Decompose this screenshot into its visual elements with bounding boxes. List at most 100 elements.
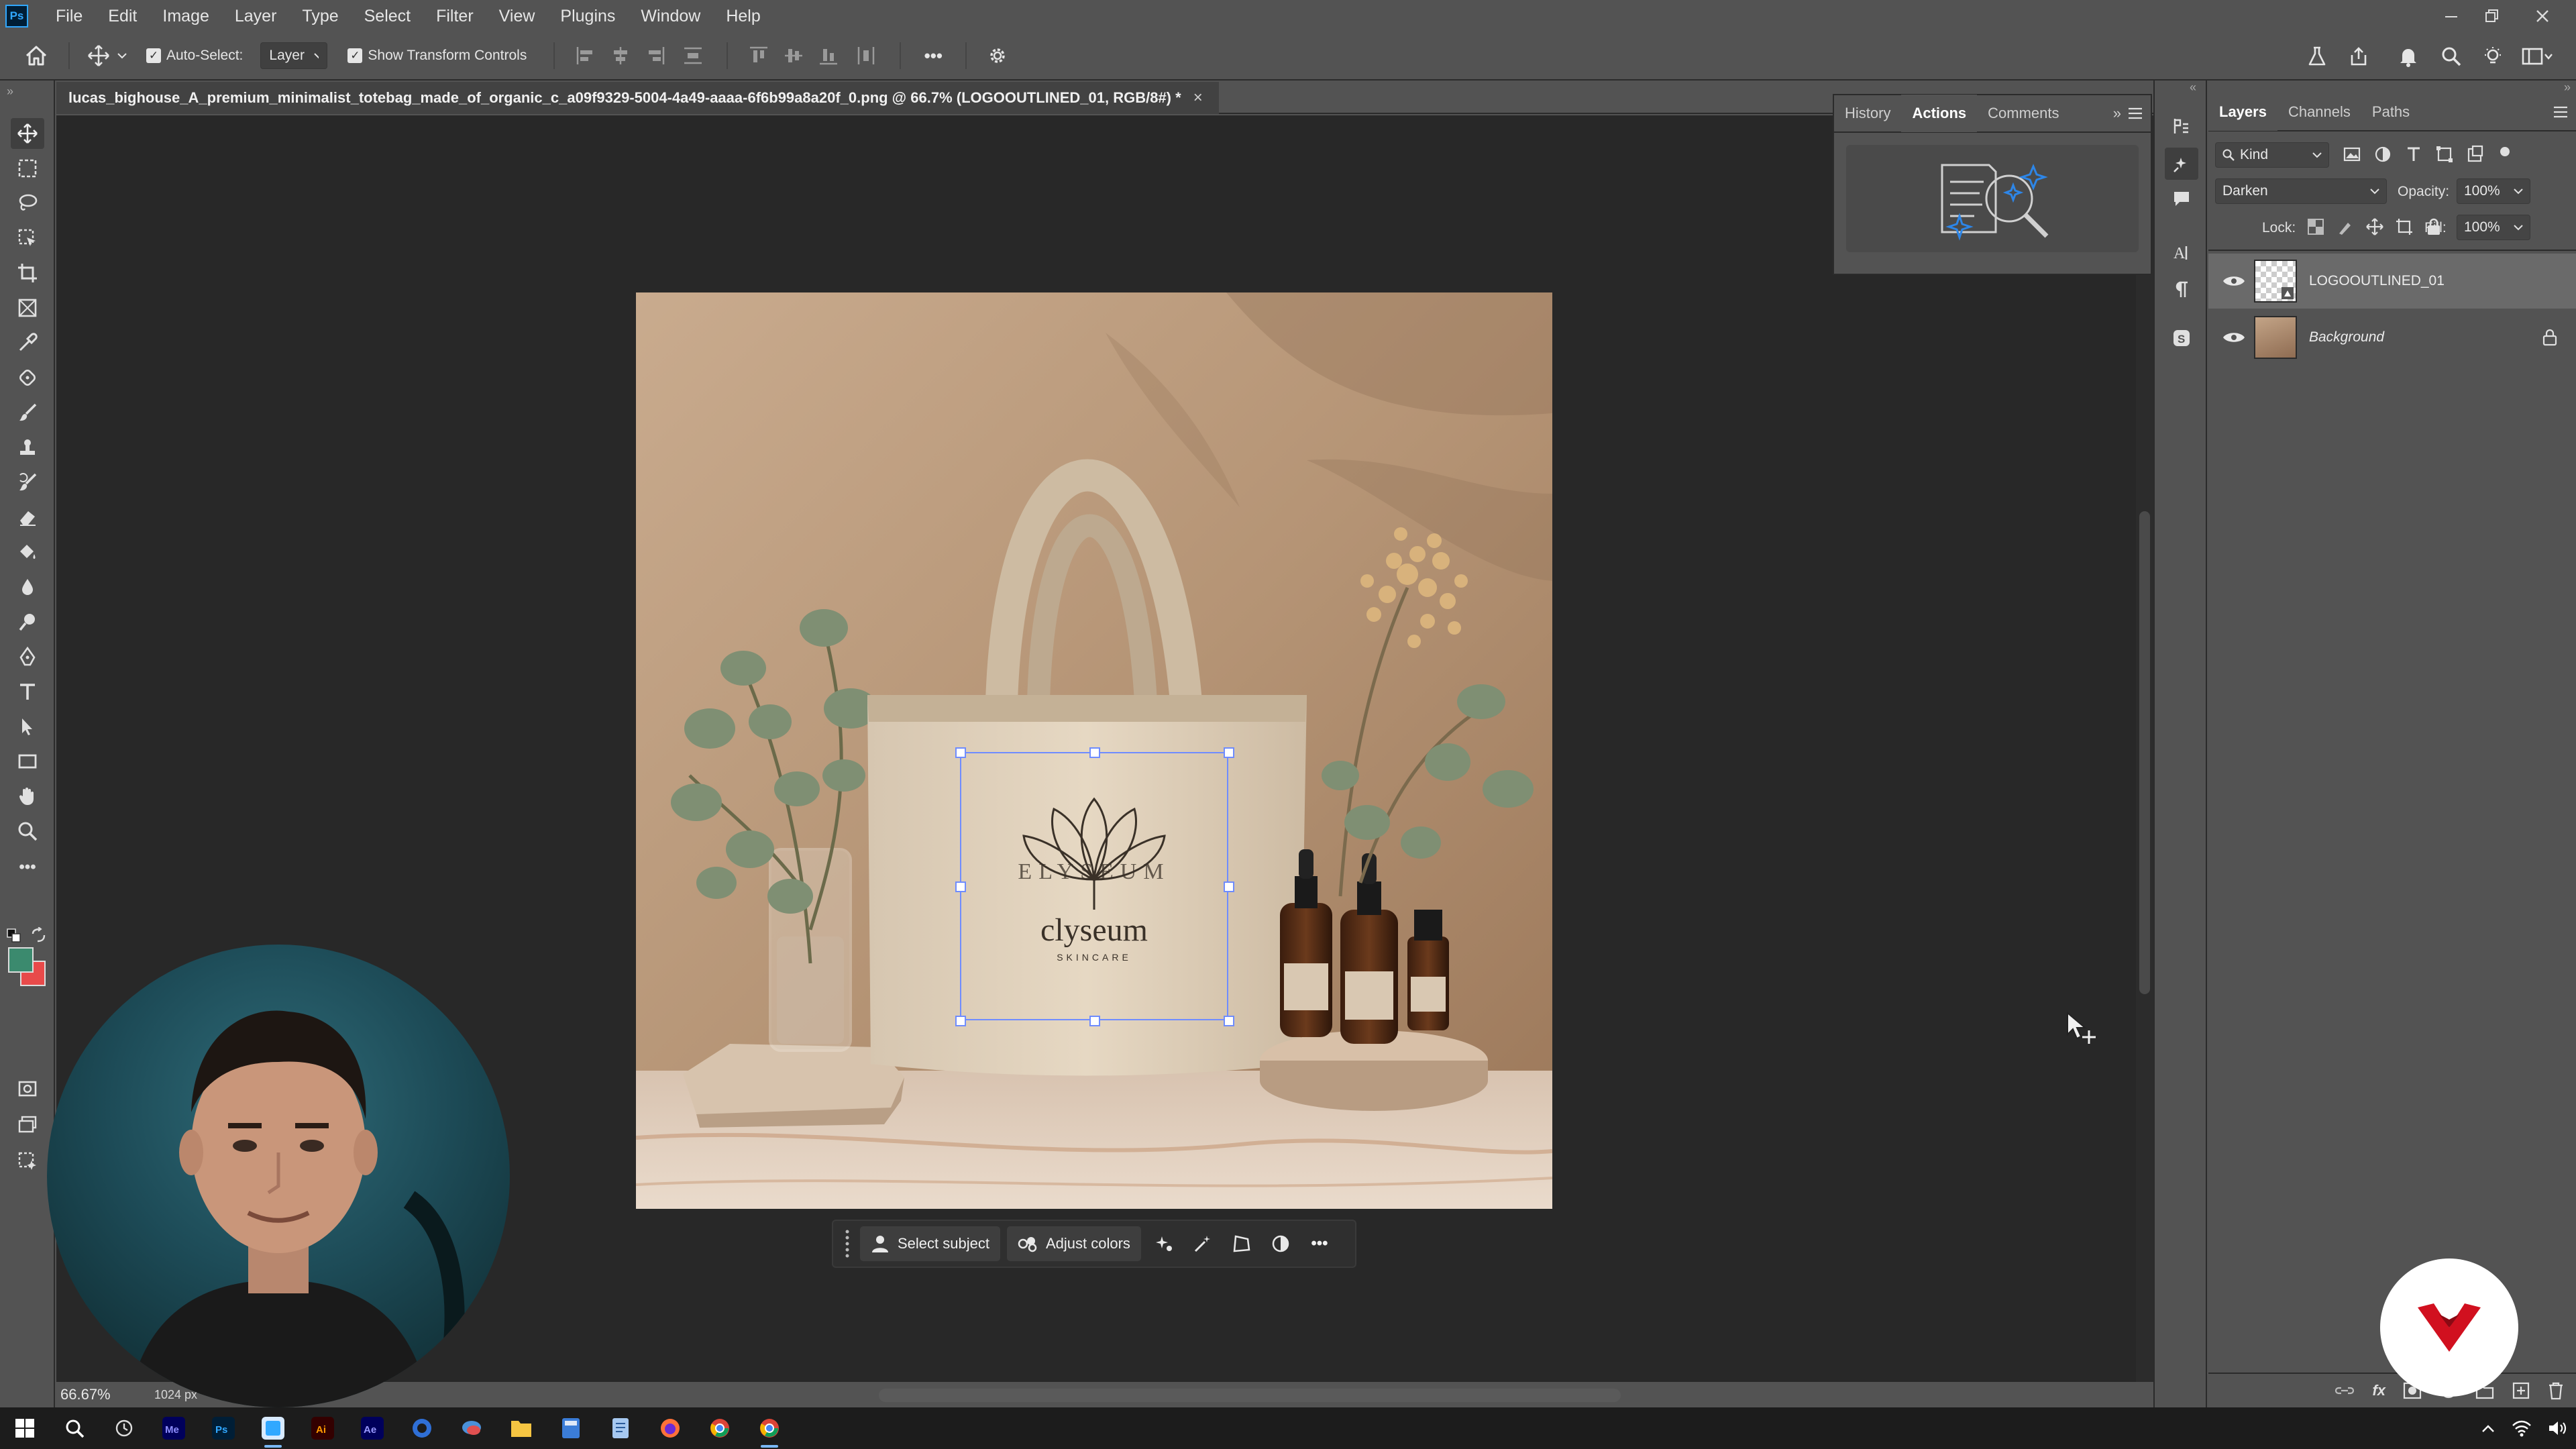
task-view-icon[interactable] [99, 1407, 149, 1449]
menu-help[interactable]: Help [713, 0, 773, 32]
tab-history[interactable]: History [1834, 95, 1901, 132]
foreground-color-swatch[interactable] [8, 947, 34, 973]
layer-name[interactable]: LOGOOUTLINED_01 [2309, 273, 2445, 289]
default-colors-icon[interactable] [7, 928, 23, 943]
align-middle-icon[interactable] [776, 46, 811, 66]
transform-bounding-box[interactable] [960, 752, 1228, 1020]
align-center-icon[interactable] [603, 46, 638, 66]
document-canvas[interactable]: ELYSEUM clyseum SKINCARE [636, 292, 1552, 1209]
transform-handle[interactable] [955, 747, 966, 758]
distribute-vertical-icon[interactable] [673, 46, 713, 66]
quick-mask-icon[interactable] [11, 1073, 44, 1104]
rectangle-tool-icon[interactable] [11, 746, 44, 777]
align-right-icon[interactable] [638, 46, 673, 66]
file-explorer-icon[interactable] [496, 1407, 546, 1449]
lock-image-pixels-icon[interactable] [2336, 217, 2355, 236]
zoom-level[interactable]: 66.67% [60, 1386, 154, 1403]
system-tray-chevron-icon[interactable] [2471, 1407, 2505, 1449]
notification-bell-icon[interactable] [2391, 39, 2426, 74]
close-document-icon[interactable]: × [1193, 89, 1203, 107]
calculator-app-icon[interactable] [546, 1407, 596, 1449]
messaging-app-icon[interactable] [447, 1407, 496, 1449]
workspace-switcher-icon[interactable] [2517, 39, 2557, 74]
blend-mode-dropdown[interactable]: Darken [2215, 178, 2387, 204]
select-subject-button[interactable]: Select subject [860, 1226, 1000, 1261]
minimize-icon[interactable] [2431, 0, 2471, 32]
type-layer-filter-icon[interactable] [2404, 145, 2423, 164]
smart-object-filter-icon[interactable] [2466, 145, 2485, 164]
tab-comments[interactable]: Comments [1977, 95, 2070, 132]
frame-icon[interactable] [11, 292, 44, 323]
lock-artboard-icon[interactable] [2395, 217, 2414, 236]
actions-panel-icon[interactable] [2165, 148, 2198, 180]
generative-sparkle-icon[interactable] [1148, 1226, 1180, 1261]
tab-paths[interactable]: Paths [2361, 93, 2420, 131]
lock-icon[interactable] [2542, 329, 2557, 346]
flask-icon[interactable] [2300, 39, 2334, 74]
panel-menu-icon[interactable] [2128, 107, 2151, 119]
transform-handle[interactable] [1089, 1016, 1100, 1026]
drag-handle-icon[interactable] [841, 1229, 853, 1258]
opacity-input[interactable]: 100% [2457, 178, 2530, 204]
move-tool-preset-icon[interactable] [83, 40, 114, 71]
horizontal-scrollbar-thumb[interactable] [879, 1389, 1621, 1402]
eyedropper-icon[interactable] [11, 327, 44, 358]
adjust-colors-button[interactable]: Adjust colors [1006, 1226, 1141, 1261]
chrome-active-app-icon[interactable] [745, 1407, 794, 1449]
menu-window[interactable]: Window [628, 0, 713, 32]
magic-wand-icon[interactable] [1187, 1226, 1219, 1261]
vertical-scrollbar[interactable] [2136, 115, 2153, 1382]
collapse-toolbar-icon[interactable]: » [7, 85, 13, 99]
tab-actions[interactable]: Actions [1901, 95, 1978, 132]
swap-colors-icon[interactable] [31, 927, 47, 943]
taskbar-search-icon[interactable] [50, 1407, 99, 1449]
fill-input[interactable]: 100% [2457, 215, 2530, 240]
close-window-icon[interactable] [2522, 0, 2563, 32]
clone-stamp-icon[interactable] [11, 432, 44, 463]
eraser-icon[interactable] [11, 502, 44, 533]
auto-select-checkbox[interactable]: ✓ [146, 48, 166, 63]
adjustment-layer-filter-icon[interactable] [2373, 145, 2392, 164]
layer-filter-dropdown[interactable]: Kind [2215, 142, 2329, 168]
chrome-app-icon[interactable] [695, 1407, 745, 1449]
eye-visibility-icon[interactable] [2222, 273, 2246, 289]
pen-icon[interactable] [11, 641, 44, 672]
character-panel-icon[interactable]: A [2165, 236, 2198, 268]
paragraph-panel-icon[interactable] [2165, 274, 2198, 306]
generative-fill-icon[interactable] [11, 1146, 44, 1177]
spot-healing-icon[interactable] [11, 362, 44, 393]
media-encoder-app-icon[interactable]: Me [149, 1407, 199, 1449]
menu-layer[interactable]: Layer [222, 0, 290, 32]
volume-icon[interactable] [2538, 1407, 2576, 1449]
logo-layer[interactable]: ELYSEUM clyseum SKINCARE [955, 747, 1234, 1026]
rectangular-marquee-icon[interactable] [11, 153, 44, 184]
new-layer-icon[interactable] [2512, 1381, 2530, 1400]
share-icon[interactable] [2341, 39, 2376, 74]
lock-transparent-pixels-icon[interactable] [2306, 217, 2325, 236]
filter-toggle-icon[interactable] [2497, 145, 2513, 164]
align-bottom-icon[interactable] [811, 46, 846, 66]
photoshop-app-icon[interactable]: Ps [199, 1407, 248, 1449]
transform-perspective-icon[interactable] [1226, 1226, 1258, 1261]
more-options-button[interactable]: ••• [914, 46, 952, 66]
edit-toolbar-icon[interactable]: ••• [11, 852, 44, 883]
layer-row-logo[interactable]: LOGOOUTLINED_01 [2208, 254, 2576, 309]
screen-mode-icon[interactable] [11, 1110, 44, 1140]
menu-view[interactable]: View [486, 0, 548, 32]
search-icon[interactable] [2434, 39, 2469, 74]
lightbulb-icon[interactable] [2475, 39, 2510, 74]
object-selection-icon[interactable] [11, 223, 44, 254]
menu-type[interactable]: Type [289, 0, 351, 32]
pixel-layer-filter-icon[interactable] [2343, 145, 2361, 164]
firefox-app-icon[interactable] [645, 1407, 695, 1449]
transform-handle[interactable] [1224, 881, 1234, 892]
transform-handle[interactable] [1089, 747, 1100, 758]
lock-position-icon[interactable] [2365, 217, 2384, 236]
menu-edit[interactable]: Edit [95, 0, 150, 32]
photoshop-logo-icon[interactable]: Ps [5, 5, 28, 28]
transform-handle[interactable] [955, 1016, 966, 1026]
after-effects-app-icon[interactable]: Ae [347, 1407, 397, 1449]
path-selection-icon[interactable] [11, 711, 44, 742]
menu-select[interactable]: Select [352, 0, 423, 32]
collapse-panels-icon[interactable]: « [2190, 80, 2196, 95]
